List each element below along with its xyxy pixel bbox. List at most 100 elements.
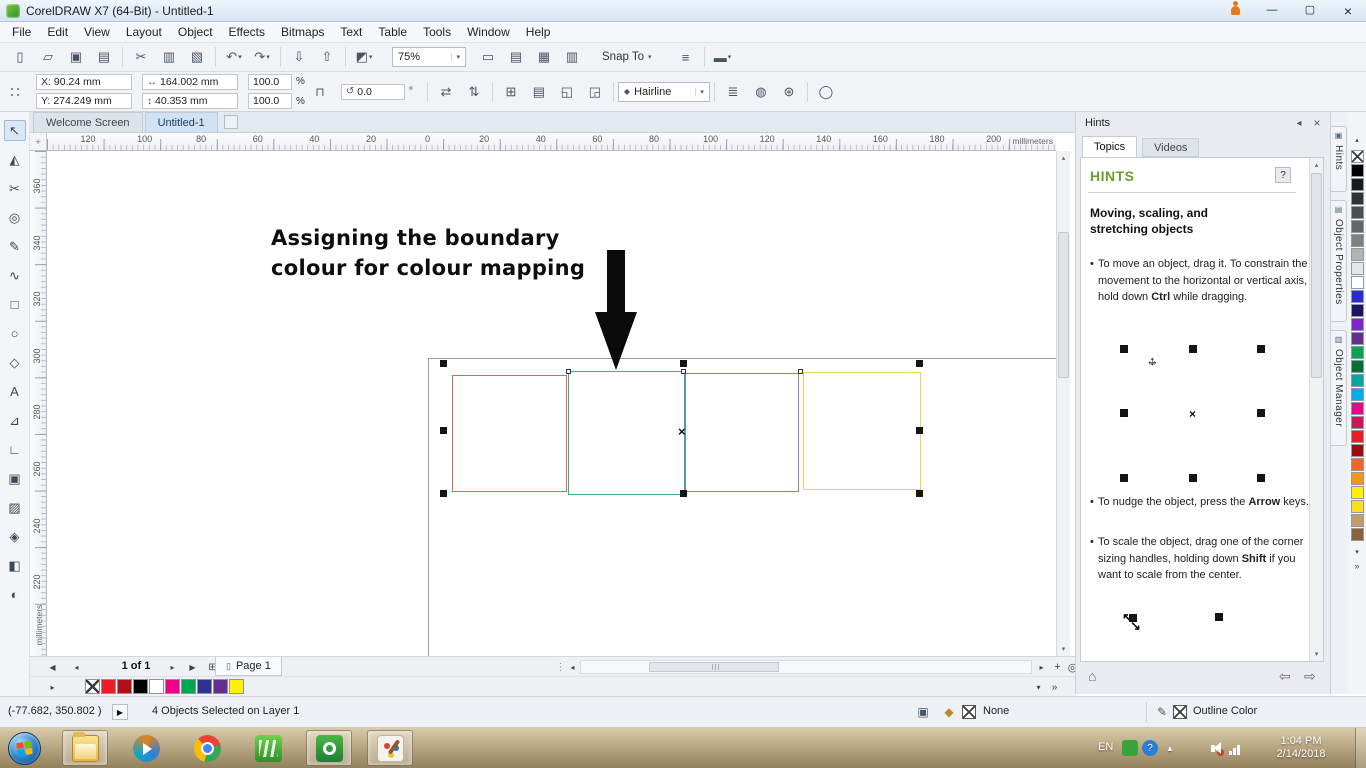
scrollbar-thumb[interactable]: [1311, 173, 1322, 378]
import-button[interactable]: ⇩: [285, 46, 313, 68]
scrollbar-thumb[interactable]: [649, 662, 779, 672]
scroll-down-icon[interactable]: ▾: [1057, 642, 1070, 656]
scroll-up-icon[interactable]: ▴: [1310, 158, 1323, 172]
tab-welcome-screen[interactable]: Welcome Screen: [33, 112, 143, 132]
drop-shadow-tool[interactable]: ▣: [4, 468, 26, 489]
open-button[interactable]: ▱: [34, 46, 62, 68]
color-swatch[interactable]: [1350, 164, 1364, 177]
rotation-angle-field[interactable]: ↺ 0.0: [340, 83, 405, 100]
taskbar-corel-connect[interactable]: [306, 730, 352, 766]
order-to-front-button[interactable]: ◱: [553, 81, 581, 103]
menu-item-object[interactable]: Object: [170, 23, 221, 41]
edit-position-button[interactable]: ⊞: [497, 81, 525, 103]
docker-flyout-icon[interactable]: ◂: [1292, 116, 1306, 130]
application-launcher-button[interactable]: ◩ ▾: [350, 46, 378, 68]
parallel-dimension-tool[interactable]: ⊿: [4, 410, 26, 431]
selection-handle[interactable]: [916, 360, 923, 367]
order-to-back-button[interactable]: ◲: [581, 81, 609, 103]
color-swatch[interactable]: [1350, 360, 1364, 373]
interactive-fill-tool[interactable]: ◧: [4, 555, 26, 576]
polygon-tool[interactable]: ◇: [4, 352, 26, 373]
shape-tool[interactable]: ◭: [4, 149, 26, 170]
help-tray-icon[interactable]: ?: [1142, 740, 1158, 756]
connector-tool[interactable]: ∟: [4, 439, 26, 460]
palette-scroll-up-icon[interactable]: ▴: [1348, 134, 1366, 146]
docker-close-icon[interactable]: ×: [1310, 116, 1324, 130]
scroll-down-icon[interactable]: ▾: [1310, 647, 1323, 661]
smart-fill-tool[interactable]: ◐: [4, 584, 26, 605]
dock-tab-object-properties[interactable]: ▤ Object Properties: [1331, 200, 1347, 322]
object-properties-toggle-button[interactable]: ⊛: [775, 81, 803, 103]
color-swatch[interactable]: [1350, 458, 1364, 471]
dock-tab-hints[interactable]: ▣ Hints: [1331, 126, 1347, 192]
color-swatch[interactable]: [1350, 318, 1364, 331]
rectangle-tool[interactable]: □: [4, 294, 26, 315]
new-document-button[interactable]: ▯: [6, 46, 34, 68]
fill-color-swatch[interactable]: [962, 705, 976, 719]
menu-item-view[interactable]: View: [76, 23, 118, 41]
selection-handle[interactable]: [916, 427, 923, 434]
menu-item-edit[interactable]: Edit: [39, 23, 76, 41]
color-swatch[interactable]: [1350, 234, 1364, 247]
volume-icon[interactable]: [1205, 740, 1224, 756]
color-eyedropper-tool[interactable]: ◈: [4, 526, 26, 547]
scroll-left-icon[interactable]: ◂: [564, 659, 581, 675]
menu-item-effects[interactable]: Effects: [221, 23, 273, 41]
color-swatch[interactable]: [1350, 472, 1364, 485]
first-page-button[interactable]: ◀: [44, 659, 61, 675]
color-swatch[interactable]: [1350, 304, 1364, 317]
account-icon[interactable]: [1224, 1, 1246, 18]
taskbar-green-notes[interactable]: [245, 730, 291, 766]
chevron-down-icon[interactable]: ▾: [369, 53, 373, 61]
color-swatch[interactable]: [1350, 248, 1364, 261]
lock-ratio-button[interactable]: ⊓: [311, 83, 329, 101]
next-page-button[interactable]: ▸: [164, 659, 181, 675]
color-swatch[interactable]: [1350, 444, 1364, 457]
color-swatch[interactable]: [117, 679, 132, 694]
scroll-right-icon[interactable]: ▸: [1033, 659, 1050, 675]
full-screen-preview-button[interactable]: ▭: [474, 46, 502, 68]
save-button[interactable]: ▣: [62, 46, 90, 68]
palette-scroll-down-icon[interactable]: ▾: [1348, 546, 1366, 558]
color-swatch[interactable]: [165, 679, 180, 694]
color-swatch[interactable]: [133, 679, 148, 694]
yellow-rectangle[interactable]: [803, 372, 921, 490]
show-guidelines-button[interactable]: ▥: [558, 46, 586, 68]
selection-handle[interactable]: [440, 360, 447, 367]
color-swatch[interactable]: [1350, 192, 1364, 205]
mirror-vertical-button[interactable]: ⇅: [460, 81, 488, 103]
object-node[interactable]: [566, 369, 571, 374]
selection-handle[interactable]: [680, 360, 687, 367]
no-color-swatch[interactable]: [85, 679, 100, 694]
taskbar-media-player[interactable]: [123, 730, 169, 766]
menu-item-text[interactable]: Text: [332, 23, 370, 41]
color-swatch[interactable]: [1350, 416, 1364, 429]
chevron-down-icon[interactable]: ▾: [695, 87, 704, 96]
selection-handle[interactable]: [440, 427, 447, 434]
color-swatch[interactable]: [1350, 262, 1364, 275]
selection-handle[interactable]: [680, 490, 687, 497]
color-swatch[interactable]: [149, 679, 164, 694]
export-button[interactable]: ⇧: [313, 46, 341, 68]
no-color-swatch[interactable]: [1350, 150, 1364, 163]
color-swatch[interactable]: [1350, 388, 1364, 401]
cut-button[interactable]: ✂: [127, 46, 155, 68]
object-width-field[interactable]: ↔ 164.002 mm: [142, 74, 238, 90]
selection-handle[interactable]: [916, 490, 923, 497]
wrap-text-button[interactable]: ▤: [525, 81, 553, 103]
previous-page-button[interactable]: ◂: [68, 659, 85, 675]
color-swatch[interactable]: [1350, 276, 1364, 289]
scrollbar-thumb[interactable]: [1058, 232, 1069, 378]
color-swatch[interactable]: [1350, 178, 1364, 191]
tab-videos[interactable]: Videos: [1142, 138, 1200, 157]
horizontal-ruler[interactable]: millimeters 120 100 80 60 40 20 0 20 40 60 80 100 12…: [47, 133, 1056, 151]
clock[interactable]: 1:04 PM 2/14/2018: [1258, 735, 1344, 761]
color-swatch[interactable]: [1350, 514, 1364, 527]
menu-item-table[interactable]: Table: [370, 23, 415, 41]
paste-button[interactable]: ▧: [183, 46, 211, 68]
redo-button[interactable]: ↷ ▾: [248, 46, 276, 68]
color-swatch[interactable]: [1350, 500, 1364, 513]
menu-item-bitmaps[interactable]: Bitmaps: [273, 23, 332, 41]
x-position-field[interactable]: X: 90.24 mm: [36, 74, 132, 90]
color-swatch[interactable]: [1350, 374, 1364, 387]
